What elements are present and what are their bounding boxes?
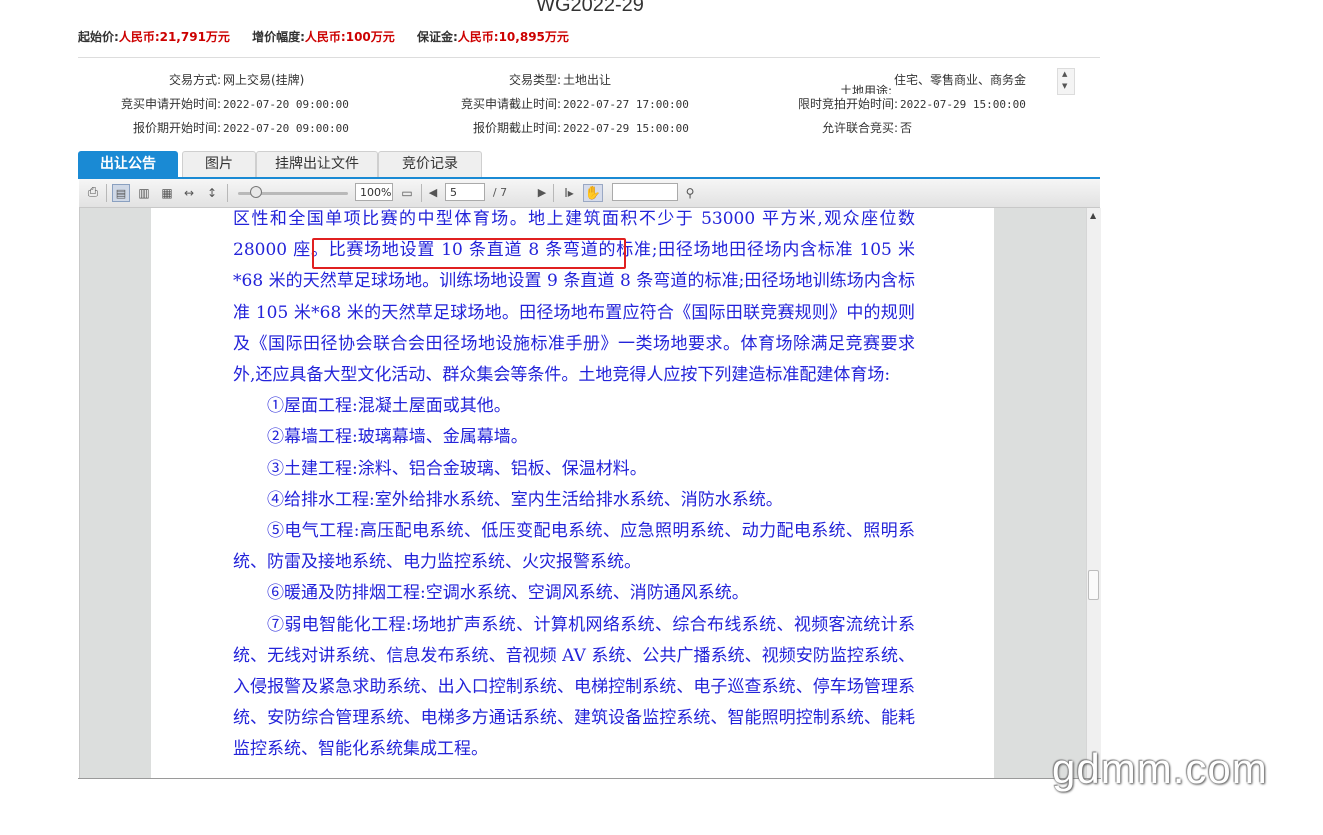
price-bar: 起始价:人民币:21,791万元 增价幅度:人民币:100万元 保证金:人民币:…: [78, 28, 587, 48]
apply-end-value: 2022-07-27 17:00:00: [563, 98, 689, 111]
fit-height-icon[interactable]: ↕: [203, 184, 221, 202]
paragraph-low-voltage: ⑦弱电智能化工程:场地扩声系统、计算机网络系统、综合布线系统、视频客流统计系统、…: [233, 614, 915, 760]
trade-type-field: 交易类型: 土地出让: [420, 71, 611, 88]
quote-start-label: 报价期开始时间:: [132, 121, 221, 135]
paragraph-roof: ①屋面工程:混凝土屋面或其他。: [267, 396, 511, 417]
document-text: 区性和全国单项比赛的中型体育场。地上建筑面积不少于 53000 平方米,观众座位…: [233, 208, 915, 766]
quote-start-field: 报价期开始时间: 2022-07-20 09:00:00: [78, 119, 349, 136]
paragraph-curtain-wall: ②幕墙工程:玻璃幕墙、金属幕墙。: [267, 427, 528, 448]
viewer-scrollbar[interactable]: ▲: [1086, 208, 1101, 779]
toolbar-separator: [106, 184, 107, 202]
quote-end-value: 2022-07-29 15:00:00: [563, 122, 689, 135]
fit-width-icon[interactable]: ↔: [180, 184, 198, 202]
quote-end-label: 报价期截止时间:: [472, 121, 561, 135]
search-icon[interactable]: ⚲: [682, 184, 698, 202]
tab-images[interactable]: 图片: [182, 151, 256, 177]
quote-end-field: 报价期截止时间: 2022-07-29 15:00:00: [420, 119, 689, 136]
fullscreen-icon[interactable]: ▭: [398, 184, 416, 202]
watermark: gdmm.com: [1052, 745, 1268, 792]
apply-end-field: 竞买申请截止时间: 2022-07-27 17:00:00: [420, 95, 689, 112]
text-select-icon[interactable]: I▸: [559, 184, 579, 202]
pdf-toolbar: ⎙ ▤ ▥ ▦ ↔ ↕ 100% ▭ ◀ 5 / 7 ▶ I▸ ✋ ⚲: [79, 179, 1100, 208]
pdf-page: 区性和全国单项比赛的中型体育场。地上建筑面积不少于 53000 平方米,观众座位…: [151, 208, 994, 779]
deposit-value: 人民币:10,895万元: [457, 30, 569, 44]
search-input[interactable]: [612, 183, 678, 201]
land-use-scroll[interactable]: ▲ ▼: [1057, 68, 1075, 95]
prev-page-icon[interactable]: ◀: [427, 184, 439, 202]
next-page-icon[interactable]: ▶: [536, 184, 548, 202]
paragraph-hvac: ⑥暖通及防排烟工程:空调水系统、空调风系统、消防通风系统。: [267, 583, 749, 604]
start-price-label: 起始价:: [78, 30, 119, 44]
paragraph-electrical: ⑤电气工程:高压配电系统、低压变配电系统、应急照明系统、动力配电系统、照明系统、…: [233, 521, 915, 573]
deposit-label: 保证金:: [416, 30, 458, 44]
scroll-up-arrow-icon[interactable]: ▲: [1090, 211, 1096, 220]
two-page-icon[interactable]: ▥: [135, 184, 153, 202]
apply-end-label: 竞买申请截止时间:: [460, 97, 561, 111]
apply-start-value: 2022-07-20 09:00:00: [223, 98, 349, 111]
trade-type-label: 交易类型:: [508, 73, 561, 87]
trade-method-field: 交易方式: 网上交易(挂牌): [78, 71, 304, 88]
viewer-bottom-border: [78, 778, 1101, 779]
hand-tool-icon[interactable]: ✋: [583, 184, 603, 202]
joint-bid-field: 允许联合竞买: 否: [760, 119, 912, 136]
page-total: / 7: [492, 186, 508, 199]
paragraph-stadium: 区性和全国单项比赛的中型体育场。地上建筑面积不少于 53000 平方米,观众座位…: [233, 209, 915, 386]
timed-bid-label: 限时竞拍开始时间:: [797, 97, 898, 111]
trade-method-label: 交易方式:: [168, 73, 221, 87]
trade-method-value: 网上交易(挂牌): [223, 73, 305, 87]
paragraph-civil: ③土建工程:涂料、铝合金玻璃、铝板、保温材料。: [267, 458, 647, 479]
joint-bid-label: 允许联合竞买:: [821, 121, 898, 135]
tab-announcement[interactable]: 出让公告: [78, 151, 178, 177]
apply-start-label: 竞买申请开始时间:: [120, 97, 221, 111]
scrollbar-thumb[interactable]: [1088, 570, 1099, 600]
zoom-slider-handle[interactable]: [250, 186, 262, 198]
increment-label: 增价幅度:: [252, 30, 305, 44]
increment-value: 人民币:100万元: [304, 30, 395, 44]
divider: [78, 57, 1100, 58]
timed-bid-field: 限时竞拍开始时间: 2022-07-29 15:00:00: [760, 95, 1026, 112]
tab-listing-files[interactable]: 挂牌出让文件: [256, 151, 378, 177]
apply-start-field: 竞买申请开始时间: 2022-07-20 09:00:00: [78, 95, 349, 112]
scroll-down-icon[interactable]: ▼: [1062, 82, 1067, 90]
toolbar-separator: [421, 184, 422, 202]
page-title: WG2022-29: [536, 0, 644, 16]
trade-type-value: 土地出让: [563, 73, 612, 87]
quote-start-value: 2022-07-20 09:00:00: [223, 122, 349, 135]
land-use-label-wrap: 土地用途:: [760, 82, 892, 94]
tab-bid-records[interactable]: 竞价记录: [378, 151, 482, 177]
toolbar-separator: [553, 184, 554, 202]
paragraph-plumbing: ④给排水工程:室外给排水系统、室内生活给排水系统、消防水系统。: [267, 489, 783, 510]
start-price-value: 人民币:21,791万元: [118, 30, 230, 44]
scroll-up-icon[interactable]: ▲: [1062, 70, 1067, 78]
land-use-value: 住宅、零售商业、商务金: [894, 73, 1027, 87]
joint-bid-value: 否: [900, 121, 913, 135]
zoom-input[interactable]: 100%: [355, 183, 393, 201]
print-icon[interactable]: ⎙: [85, 184, 101, 202]
land-use-label: 土地用途:: [839, 84, 892, 94]
thumbnail-grid-icon[interactable]: ▦: [158, 184, 176, 202]
pdf-viewer[interactable]: 区性和全国单项比赛的中型体育场。地上建筑面积不少于 53000 平方米,观众座位…: [79, 208, 1087, 779]
page-number-input[interactable]: 5: [445, 183, 485, 201]
single-page-icon[interactable]: ▤: [112, 184, 130, 202]
toolbar-separator: [227, 184, 228, 202]
timed-bid-value: 2022-07-29 15:00:00: [900, 98, 1026, 111]
